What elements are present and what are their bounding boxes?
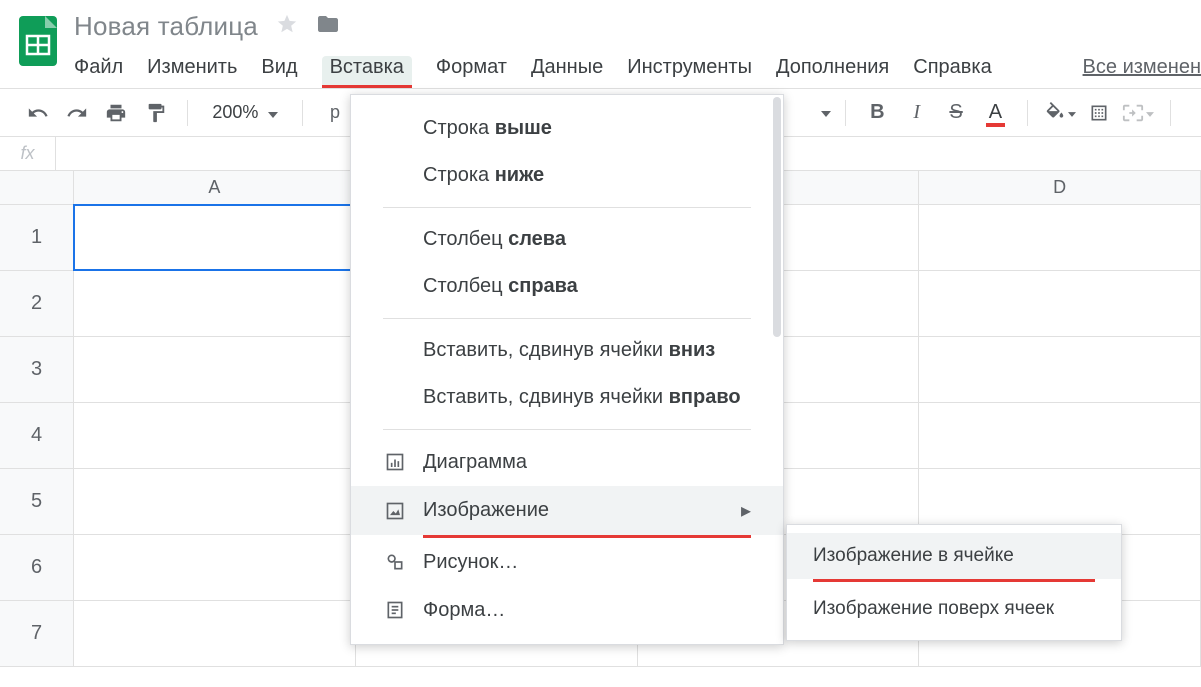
redo-button[interactable] [59, 95, 94, 131]
menu-data[interactable]: Данные [531, 56, 603, 88]
insert-menu-dropdown: Строка выше Строка ниже Столбец слева Ст… [350, 94, 784, 645]
drawing-icon [383, 550, 407, 574]
saved-status-link[interactable]: Все изменен [1083, 56, 1201, 88]
menu-col-left[interactable]: Столбец слева [351, 216, 783, 263]
menu-divider [383, 429, 751, 430]
menu-form[interactable]: Форма… [351, 586, 783, 634]
menu-format[interactable]: Формат [436, 56, 507, 88]
menu-row-below[interactable]: Строка ниже [351, 152, 783, 199]
folder-icon[interactable] [316, 12, 340, 41]
menu-image[interactable]: Изображение ▸ [351, 486, 783, 535]
menu-divider [383, 318, 751, 319]
cell-A3[interactable] [74, 337, 356, 402]
undo-button[interactable] [20, 95, 55, 131]
borders-button[interactable] [1081, 95, 1116, 131]
zoom-select[interactable]: 200% [202, 102, 288, 123]
bold-button[interactable]: B [860, 95, 895, 131]
cell-A5[interactable] [74, 469, 356, 534]
cell-A1[interactable] [74, 205, 356, 270]
select-all-corner[interactable] [0, 171, 74, 204]
menu-edit[interactable]: Изменить [147, 56, 237, 88]
cell-A2[interactable] [74, 271, 356, 336]
menu-tools[interactable]: Инструменты [627, 56, 752, 88]
row-header-1[interactable]: 1 [0, 205, 74, 270]
submenu-image-over-cells[interactable]: Изображение поверх ячеек [787, 586, 1121, 632]
app-header: Новая таблица Файл Изменить Вид Вставка … [0, 0, 1201, 88]
menu-file[interactable]: Файл [74, 56, 123, 88]
row-header-4[interactable]: 4 [0, 403, 74, 468]
row-header-2[interactable]: 2 [0, 271, 74, 336]
zoom-value: 200% [212, 102, 258, 123]
dropdown-arrow-icon [821, 104, 831, 122]
sheets-logo[interactable] [18, 14, 58, 68]
cell-A6[interactable] [74, 535, 356, 600]
cell-A4[interactable] [74, 403, 356, 468]
col-header-D[interactable]: D [919, 171, 1201, 204]
print-button[interactable] [99, 95, 134, 131]
cell-A7[interactable] [74, 601, 356, 666]
row-header-5[interactable]: 5 [0, 469, 74, 534]
row-header-6[interactable]: 6 [0, 535, 74, 600]
annotation-underline [813, 579, 1095, 582]
cell-D2[interactable] [919, 271, 1201, 336]
col-header-A[interactable]: A [74, 171, 356, 204]
menu-cells-right[interactable]: Вставить, сдвинув ячейки вправо [351, 374, 783, 421]
menu-addons[interactable]: Дополнения [776, 56, 889, 88]
menu-cells-down[interactable]: Вставить, сдвинув ячейки вниз [351, 327, 783, 374]
cell-D1[interactable] [919, 205, 1201, 270]
fill-color-button[interactable] [1042, 95, 1077, 131]
chart-icon [383, 450, 407, 474]
image-icon [383, 499, 407, 523]
document-title[interactable]: Новая таблица [74, 11, 258, 42]
menu-row-above[interactable]: Строка выше [351, 105, 783, 152]
form-icon [383, 598, 407, 622]
cell-D4[interactable] [919, 403, 1201, 468]
merge-cells-button[interactable] [1121, 95, 1156, 131]
menu-insert[interactable]: Вставка [322, 56, 412, 88]
strikethrough-button[interactable]: S [938, 95, 973, 131]
row-header-3[interactable]: 3 [0, 337, 74, 402]
italic-button[interactable]: I [899, 95, 934, 131]
menubar: Файл Изменить Вид Вставка Формат Данные … [74, 56, 1201, 88]
menu-help[interactable]: Справка [913, 56, 991, 88]
menu-divider [383, 207, 751, 208]
row-header-7[interactable]: 7 [0, 601, 74, 666]
currency-format-button[interactable]: р [317, 95, 352, 131]
star-icon[interactable] [276, 13, 298, 40]
menu-chart[interactable]: Диаграмма [351, 438, 783, 486]
menu-col-right[interactable]: Столбец справа [351, 263, 783, 310]
fx-label: fx [0, 137, 56, 170]
dropdown-arrow-icon [268, 102, 278, 123]
submenu-image-in-cell[interactable]: Изображение в ячейке [787, 533, 1121, 579]
cell-D3[interactable] [919, 337, 1201, 402]
menu-drawing[interactable]: Рисунок… [351, 538, 783, 586]
image-submenu: Изображение в ячейке Изображение поверх … [786, 524, 1122, 641]
submenu-arrow-icon: ▸ [741, 498, 751, 523]
menu-view[interactable]: Вид [261, 56, 297, 88]
paint-format-button[interactable] [138, 95, 173, 131]
text-color-button[interactable]: A [978, 95, 1013, 131]
